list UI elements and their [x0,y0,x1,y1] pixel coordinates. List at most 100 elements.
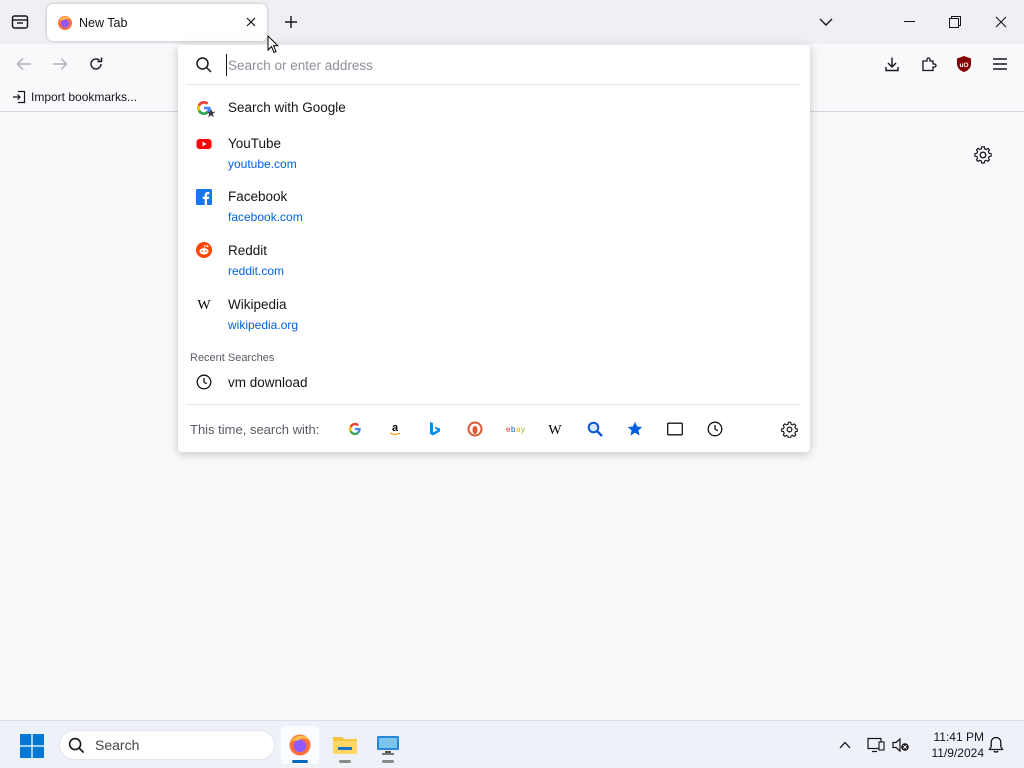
shortcut-title: Wikipedia [228,297,287,312]
facebook-icon [196,189,212,205]
svg-text:W: W [197,298,211,312]
reload-icon [90,57,103,70]
tab-close-button[interactable] [243,14,259,30]
restore-icon [949,16,961,28]
import-icon [13,90,26,104]
back-button[interactable] [12,52,36,76]
close-window-button[interactable] [978,0,1024,44]
reload-button[interactable] [84,52,108,76]
shortcut-url[interactable]: facebook.com [228,210,303,224]
engine-search-button[interactable] [586,420,604,438]
forward-button[interactable] [48,52,72,76]
chevron-down-icon [819,18,833,26]
shortcut-url[interactable]: youtube.com [228,157,297,171]
search-badge-icon [206,108,216,118]
shortcut-title: Facebook [228,189,288,204]
search-history-button[interactable] [706,420,724,438]
windows-logo-icon [20,734,44,758]
close-icon [995,16,1007,28]
hamburger-menu-icon [993,58,1007,70]
bell-icon [988,736,1004,753]
ebay-icon: ebay [506,425,525,434]
shortcut-row-facebook[interactable]: Facebook facebook.com [186,184,800,228]
volume-button[interactable] [891,735,911,755]
shortcut-row-wikipedia[interactable]: W Wikipedia wikipedia.org [186,292,800,336]
one-off-label: This time, search with: [190,422,320,437]
svg-text:uO: uO [959,62,968,69]
menu-button[interactable] [988,52,1012,76]
gear-icon [780,421,798,438]
running-indicator [339,760,351,763]
download-icon [885,57,899,72]
firefox-view-button[interactable] [8,11,32,33]
start-button[interactable] [20,734,44,758]
taskbar-search-box[interactable]: Search [59,730,275,760]
mouse-cursor-icon [267,35,279,54]
list-all-tabs-button[interactable] [815,12,837,32]
running-indicator [382,760,394,763]
history-icon [196,374,212,390]
notifications-button[interactable] [986,735,1006,755]
ublock-origin-button[interactable]: uO [952,52,976,76]
back-arrow-icon [16,58,31,70]
gear-icon[interactable] [973,145,993,165]
recent-search-row[interactable]: vm download [186,370,800,396]
taskbar-remote-desktop[interactable] [369,726,407,764]
forward-arrow-icon [53,58,68,70]
search-bookmarks-button[interactable] [626,420,644,438]
taskbar-file-explorer[interactable] [326,726,364,764]
engine-bing-button[interactable] [426,420,444,438]
restore-button[interactable] [932,0,978,44]
taskbar: Search 11:41 PM 11/9/2024 [0,720,1024,768]
tab-strip: New Tab [0,0,1024,44]
tab-new-tab[interactable]: New Tab [47,4,267,41]
minimize-button[interactable] [886,0,932,44]
svg-text:y: y [521,425,525,434]
extensions-button[interactable] [917,52,941,76]
recent-search-title: vm download [228,375,308,390]
reddit-icon [196,242,212,258]
shortcut-url[interactable]: reddit.com [228,264,284,278]
downloads-button[interactable] [880,52,904,76]
shortcut-row-youtube[interactable]: YouTube youtube.com [186,131,800,175]
network-monitor-icon [867,737,885,753]
separator [186,84,800,85]
google-icon [348,422,361,436]
wikipedia-icon: W [197,298,211,312]
engine-ebay-button[interactable]: ebay [506,420,528,438]
bing-icon [430,422,440,436]
import-bookmarks-button[interactable]: Import bookmarks... [12,90,137,104]
search-tabs-button[interactable] [666,420,684,438]
engine-duckduckgo-button[interactable] [466,420,484,438]
clock-time: 11:41 PM [933,730,984,744]
search-suggestion-row[interactable]: Search with Google [186,95,800,121]
tab-icon [667,422,683,436]
magnifier-icon [587,421,603,437]
search-settings-button[interactable] [780,420,798,438]
recent-searches-label: Recent Searches [190,352,275,364]
shortcut-url[interactable]: wikipedia.org [228,318,298,332]
engine-wikipedia-button[interactable]: W [546,420,564,438]
youtube-icon [196,139,212,149]
network-icon-button[interactable] [866,735,886,755]
search-icon [68,737,85,753]
wikipedia-icon: W [548,423,562,437]
chevron-up-icon [839,741,851,749]
puzzle-icon [922,57,937,72]
amazon-icon: a [389,422,401,436]
shortcut-title: YouTube [228,136,282,151]
shortcut-row-reddit[interactable]: Reddit reddit.com [186,238,800,282]
import-bookmarks-label: Import bookmarks... [31,90,138,104]
firefox-icon [289,734,311,756]
taskbar-firefox[interactable] [281,726,319,764]
clock[interactable]: 11:41 PM 11/9/2024 [920,729,985,761]
taskbar-search-label: Search [95,737,140,753]
show-hidden-icons-button[interactable] [835,735,855,755]
active-indicator [292,760,308,763]
one-off-search-bar: This time, search with: a ebay W [178,417,810,441]
new-tab-button[interactable] [280,11,302,33]
engine-amazon-button[interactable]: a [386,420,404,438]
close-icon [246,17,256,27]
url-input[interactable] [226,54,786,76]
engine-google-button[interactable] [346,420,364,438]
